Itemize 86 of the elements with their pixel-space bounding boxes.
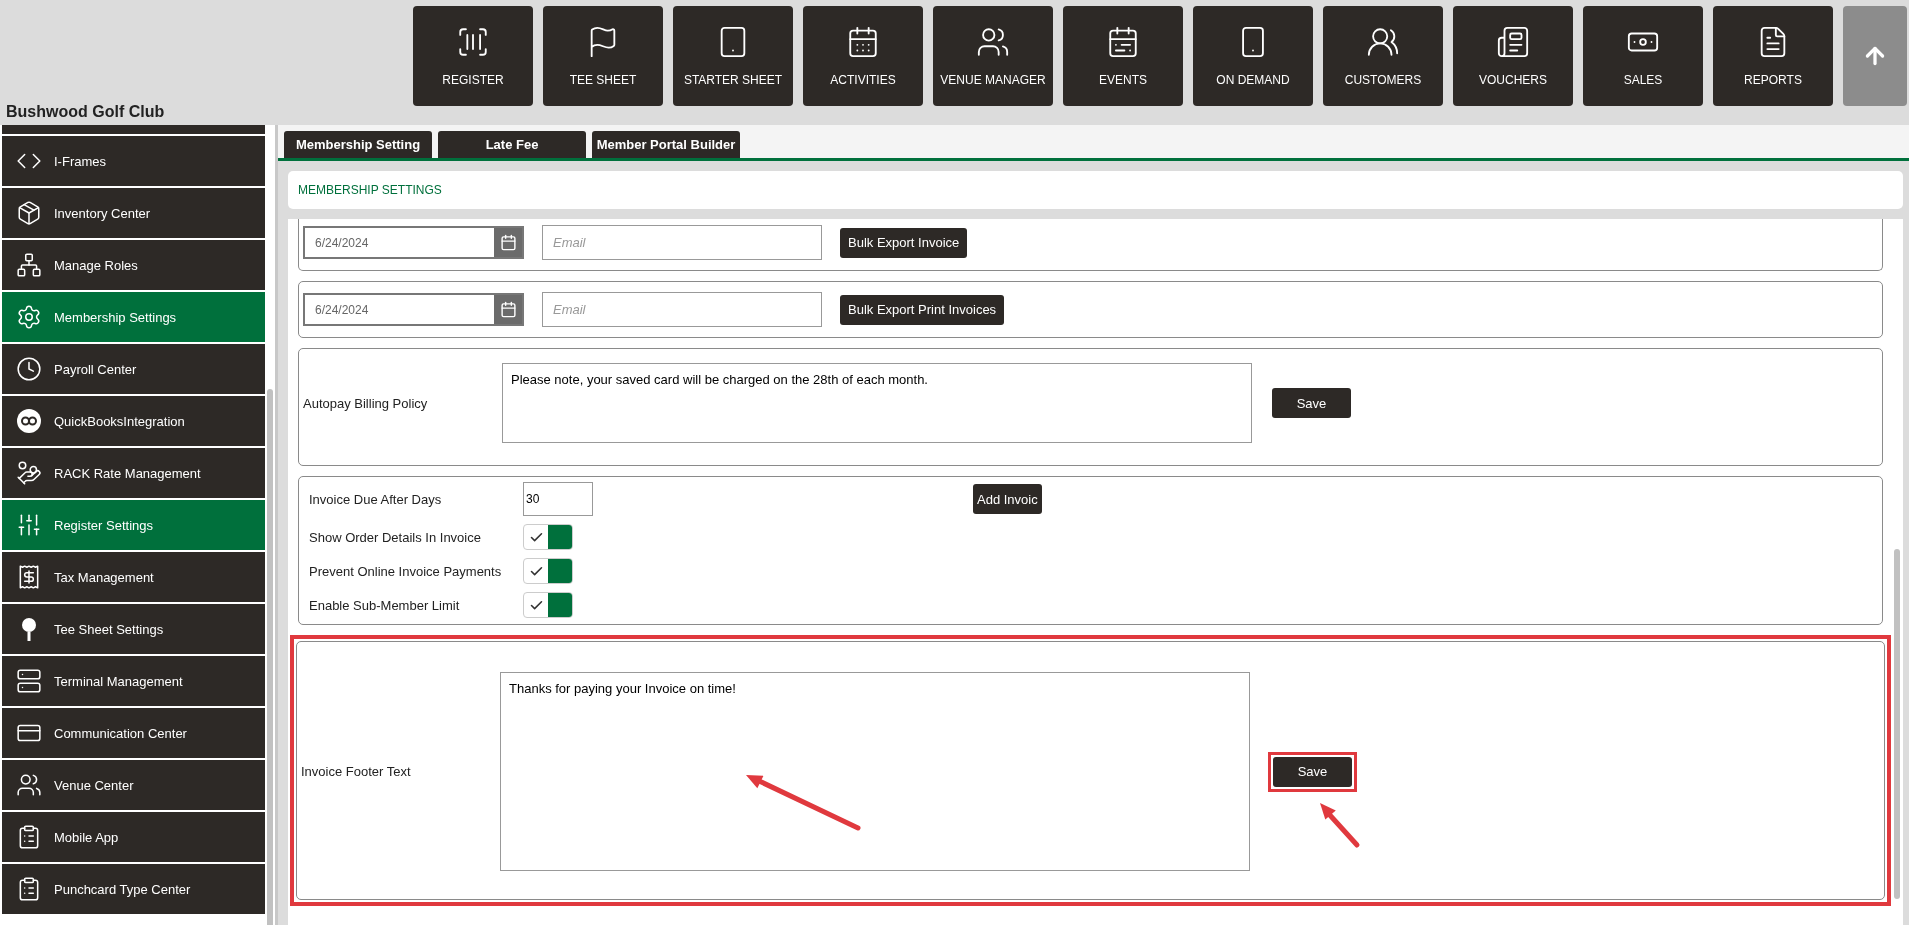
clock-icon <box>16 356 42 382</box>
panel-title: MEMBERSHIP SETTINGS <box>288 171 1903 209</box>
tab[interactable]: Late Fee <box>438 131 586 158</box>
sidebar-item-label: I-Frames <box>54 153 106 169</box>
export-button[interactable]: Bulk Export Invoice <box>840 227 968 258</box>
email-field[interactable]: Email <box>542 225 822 260</box>
sidebar-item[interactable]: Terminal Management <box>2 656 265 706</box>
sidebar-item-label: Communication Center <box>54 725 187 741</box>
nav-button[interactable]: REGISTER <box>413 6 533 106</box>
nav-button[interactable]: CUSTOMERS <box>1323 6 1443 106</box>
field-label: Autopay Billing Policy <box>303 395 429 411</box>
nav-button[interactable]: VENUE MANAGER <box>933 6 1053 106</box>
sliders-icon <box>16 512 42 538</box>
save-button[interactable]: Save <box>1272 388 1351 418</box>
toggle-switch[interactable] <box>523 592 573 618</box>
toggle-switch[interactable] <box>523 524 573 550</box>
nav-button[interactable]: TEE SHEET <box>543 6 663 106</box>
hand-coins-icon <box>16 460 42 486</box>
sidebar-item[interactable]: Punchcard Type Center <box>2 864 265 914</box>
sidebar-item[interactable]: RACK Rate Management <box>2 448 265 498</box>
newspaper-icon <box>1496 25 1530 59</box>
sidebar-item-label: QuickBooksIntegration <box>54 413 185 429</box>
calendar-icon <box>499 301 517 318</box>
add-invoice-button[interactable]: Add Invoic <box>973 484 1042 514</box>
email-field[interactable]: Email <box>542 292 822 327</box>
sidebar-item-label: Mobile App <box>54 829 119 845</box>
policy-text-area[interactable]: Please note, your saved card will be charged on the 28th of each month. <box>502 363 1252 443</box>
nav-button[interactable]: EVENTS <box>1063 6 1183 106</box>
settings-icon <box>16 304 42 330</box>
calendar-button[interactable] <box>494 228 522 257</box>
toggle-label: Prevent Online Invoice Payments <box>309 563 503 579</box>
nav-button[interactable]: STARTER SHEET <box>673 6 793 106</box>
sidebar-item-label: Payroll Center <box>54 361 137 377</box>
sidebar-item[interactable]: Manage Roles <box>2 240 265 290</box>
sidebar-item-label: Terminal Management <box>54 673 183 689</box>
toggle-label: Show Order Details In Invoice <box>309 529 482 545</box>
sidebar-item[interactable]: Register Settings <box>2 500 265 550</box>
sidebar-item[interactable]: Tax Management <box>2 552 265 602</box>
calendar-icon <box>846 25 880 59</box>
calendar-button[interactable] <box>494 295 522 324</box>
sidebar-item-label: RACK Rate Management <box>54 465 201 481</box>
barcode-scanner-icon <box>456 25 490 59</box>
sidebar-item-label: Punchcard Type Center <box>54 881 191 897</box>
nav-button[interactable]: ON DEMAND <box>1193 6 1313 106</box>
sidebar-item[interactable]: Membership Settings <box>2 292 265 342</box>
scrollbar-thumb[interactable] <box>1894 549 1900 899</box>
sidebar-item[interactable]: Payroll Center <box>2 344 265 394</box>
sidebar-item-label: Inventory Center <box>54 205 151 221</box>
export-button[interactable]: Bulk Export Print Invoices <box>840 294 1005 325</box>
footer-text-area[interactable]: Thanks for paying your Invoice on time! <box>500 672 1250 871</box>
sidebar-item[interactable]: QuickBooksIntegration <box>2 396 265 446</box>
people-icon <box>1366 25 1400 59</box>
people-icon <box>16 772 42 798</box>
nav-button[interactable]: VOUCHERS <box>1453 6 1573 106</box>
calendar-icon <box>499 234 517 251</box>
sidebar-item-label: Venue Center <box>54 777 134 793</box>
people-icon <box>976 25 1010 59</box>
field-label: Invoice Footer Text <box>301 764 412 779</box>
tab[interactable]: Member Portal Builder <box>592 131 740 158</box>
toggle-label: Enable Sub-Member Limit <box>309 597 461 613</box>
toggle-switch[interactable] <box>523 558 573 584</box>
calendar-icon <box>1106 25 1140 59</box>
sidebar-item-label: Membership Settings <box>54 309 177 325</box>
sidebar-item-label: Tax Management <box>54 569 154 585</box>
nav-button[interactable]: REPORTS <box>1713 6 1833 106</box>
sidebar-item-label: Tee Sheet Settings <box>54 621 164 637</box>
date-field[interactable]: 6/24/2024 <box>303 293 524 326</box>
save-button[interactable]: Save <box>1273 756 1352 787</box>
club-name: Bushwood Golf Club <box>6 103 165 121</box>
sidebar-item[interactable]: Inventory Center <box>2 188 265 238</box>
sidebar-item-label: Manage Roles <box>54 257 138 273</box>
nav-button[interactable]: SALES <box>1583 6 1703 106</box>
sidebar-item[interactable]: Tee Sheet Settings <box>2 604 265 654</box>
tab[interactable]: Membership Setting <box>284 131 432 158</box>
days-input[interactable]: 30 <box>523 482 593 516</box>
nav-button[interactable]: ACTIVITIES <box>803 6 923 106</box>
sidebar-item[interactable]: Venue Center <box>2 760 265 810</box>
circle-logo-icon <box>16 408 42 434</box>
server-icon <box>16 668 42 694</box>
field-label: Invoice Due After Days <box>309 491 443 507</box>
hierarchy-icon <box>16 252 42 278</box>
sidebar-item[interactable]: I-Frames <box>2 136 265 186</box>
sidebar-item[interactable]: Mobile App <box>2 812 265 862</box>
sidebar-item[interactable]: Communication Center <box>2 708 265 758</box>
sidebar-item-label: Register Settings <box>54 517 153 533</box>
date-field[interactable]: 6/24/2024 <box>303 226 524 259</box>
